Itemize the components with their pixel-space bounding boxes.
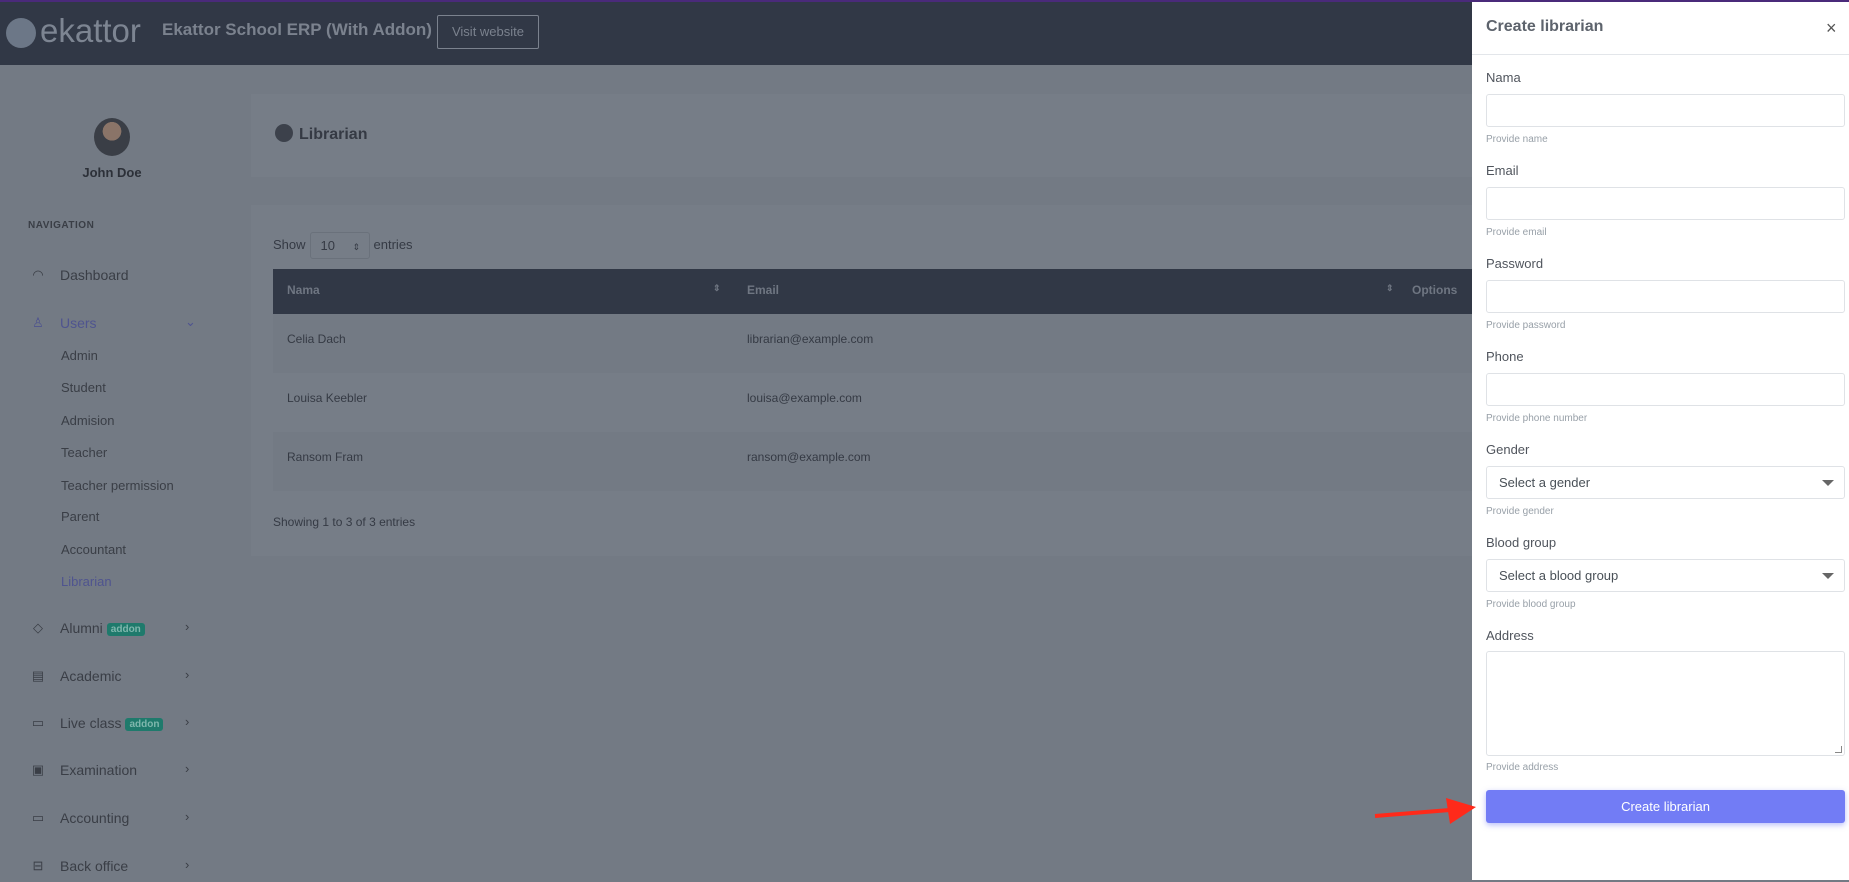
chevron-down-icon: ⌄	[185, 314, 196, 329]
visit-website-button[interactable]: Visit website	[437, 15, 539, 49]
logo[interactable]: ekattor	[40, 12, 141, 50]
sidebar-subitem-parent[interactable]: Parent	[61, 509, 99, 524]
school-icon: ▤	[31, 668, 45, 683]
sidebar-item-examination[interactable]: ▣ Examination ›	[0, 756, 224, 786]
panel-title: Create librarian	[1486, 18, 1604, 35]
logo-icon	[6, 18, 36, 48]
chevron-right-icon: ›	[185, 667, 190, 682]
nav-heading: NAVIGATION	[28, 220, 95, 231]
entries-select[interactable]: 10 ⇕	[309, 232, 370, 259]
create-librarian-button[interactable]: Create librarian	[1486, 790, 1845, 823]
page-title-card	[251, 94, 1472, 177]
entries-length: Show 10 ⇕ entries	[273, 232, 413, 259]
chevron-right-icon: ›	[185, 714, 190, 729]
arrow-head	[1446, 798, 1476, 824]
sidebar-item-alumni[interactable]: ◇ Alumni addon ›	[0, 614, 224, 644]
phone-label: Phone	[1486, 349, 1524, 364]
user-circle-icon	[275, 124, 293, 142]
clipboard-icon: ▣	[31, 762, 45, 777]
user-icon: ♙	[32, 315, 44, 330]
gender-help: Provide gender	[1486, 506, 1554, 517]
chevron-right-icon: ›	[185, 761, 190, 776]
email-input[interactable]	[1486, 187, 1845, 220]
chevron-right-icon: ›	[185, 857, 190, 872]
chevron-right-icon: ›	[185, 809, 190, 824]
briefcase-icon: ▭	[31, 810, 45, 825]
annotation-arrow-icon	[1374, 798, 1476, 824]
blood-group-help: Provide blood group	[1486, 599, 1576, 610]
sidebar-subitem-accountant[interactable]: Accountant	[61, 542, 126, 557]
sidebar-item-live-class[interactable]: ▭ Live class addon ›	[0, 709, 224, 739]
gender-label: Gender	[1486, 442, 1530, 457]
resize-handle-icon[interactable]	[1835, 746, 1842, 753]
app-title: Ekattor School ERP (With Addon)	[162, 20, 432, 39]
addon-badge: addon	[106, 623, 145, 636]
password-label: Password	[1486, 256, 1544, 271]
arrow-shaft	[1374, 808, 1451, 818]
table-row: Ransom Fram ransom@example.com	[273, 432, 1472, 491]
sidebar-subitem-librarian[interactable]: Librarian	[61, 574, 112, 589]
chevron-right-icon: ›	[185, 619, 190, 634]
table-row: Celia Dach librarian@example.com	[273, 314, 1472, 373]
caret-down-icon	[1822, 573, 1834, 579]
caret-down-icon	[1822, 480, 1834, 486]
phone-input[interactable]	[1486, 373, 1845, 406]
password-help: Provide password	[1486, 320, 1566, 331]
address-label: Address	[1486, 628, 1534, 643]
sidebar-subitem-teacher-permission[interactable]: Teacher permission	[61, 478, 174, 493]
table-row: Louisa Keebler louisa@example.com	[273, 373, 1472, 432]
inbox-icon: ⊟	[32, 858, 44, 873]
blood-group-select[interactable]: Select a blood group	[1486, 559, 1845, 592]
sort-arrows-icon: ⇕	[352, 242, 361, 252]
video-icon: ▭	[31, 715, 45, 730]
name-help: Provide name	[1486, 134, 1548, 145]
gender-select[interactable]: Select a gender	[1486, 466, 1845, 499]
column-header-email[interactable]: Email	[747, 283, 779, 297]
address-help: Provide address	[1486, 762, 1559, 773]
address-textarea[interactable]	[1486, 651, 1845, 756]
email-label: Email	[1486, 163, 1519, 178]
sidebar-item-back-office[interactable]: ⊟ Back office ›	[0, 852, 224, 882]
phone-help: Provide phone number	[1486, 413, 1588, 424]
password-input[interactable]	[1486, 280, 1845, 313]
sidebar-subitem-admision[interactable]: Admision	[61, 413, 114, 428]
sidebar-item-academic[interactable]: ▤ Academic ›	[0, 662, 224, 692]
name-input[interactable]	[1486, 94, 1845, 127]
divider	[1472, 54, 1849, 55]
column-header-options: Options	[1412, 283, 1458, 297]
sidebar-subitem-admin[interactable]: Admin	[61, 348, 98, 363]
name-label: Nama	[1486, 70, 1521, 85]
sidebar-item-dashboard[interactable]: ◠ Dashboard	[0, 261, 224, 291]
close-icon[interactable]: ×	[1826, 18, 1837, 39]
graduation-cap-icon: ◇	[33, 620, 43, 635]
user-name: John Doe	[82, 165, 142, 180]
table-info: Showing 1 to 3 of 3 entries	[273, 515, 416, 529]
sidebar-item-users[interactable]: ♙ Users ⌄	[0, 309, 224, 339]
avatar[interactable]	[94, 118, 130, 156]
table-header: Nama ⇕ Email ⇕ Options	[273, 269, 1472, 314]
sort-icon[interactable]: ⇕	[1386, 283, 1394, 294]
sort-icon[interactable]: ⇕	[713, 283, 721, 294]
email-help: Provide email	[1486, 227, 1547, 238]
blood-group-label: Blood group	[1486, 535, 1557, 550]
addon-badge: addon	[125, 718, 164, 731]
column-header-nama[interactable]: Nama	[287, 283, 320, 297]
gauge-icon: ◠	[32, 267, 44, 282]
sidebar-subitem-student[interactable]: Student	[61, 380, 106, 395]
sidebar-subitem-teacher[interactable]: Teacher	[61, 445, 107, 460]
create-librarian-panel: Create librarian × Nama Provide name Ema…	[1472, 2, 1849, 880]
sidebar-item-accounting[interactable]: ▭ Accounting ›	[0, 804, 224, 834]
page-title: Librarian	[275, 124, 367, 144]
